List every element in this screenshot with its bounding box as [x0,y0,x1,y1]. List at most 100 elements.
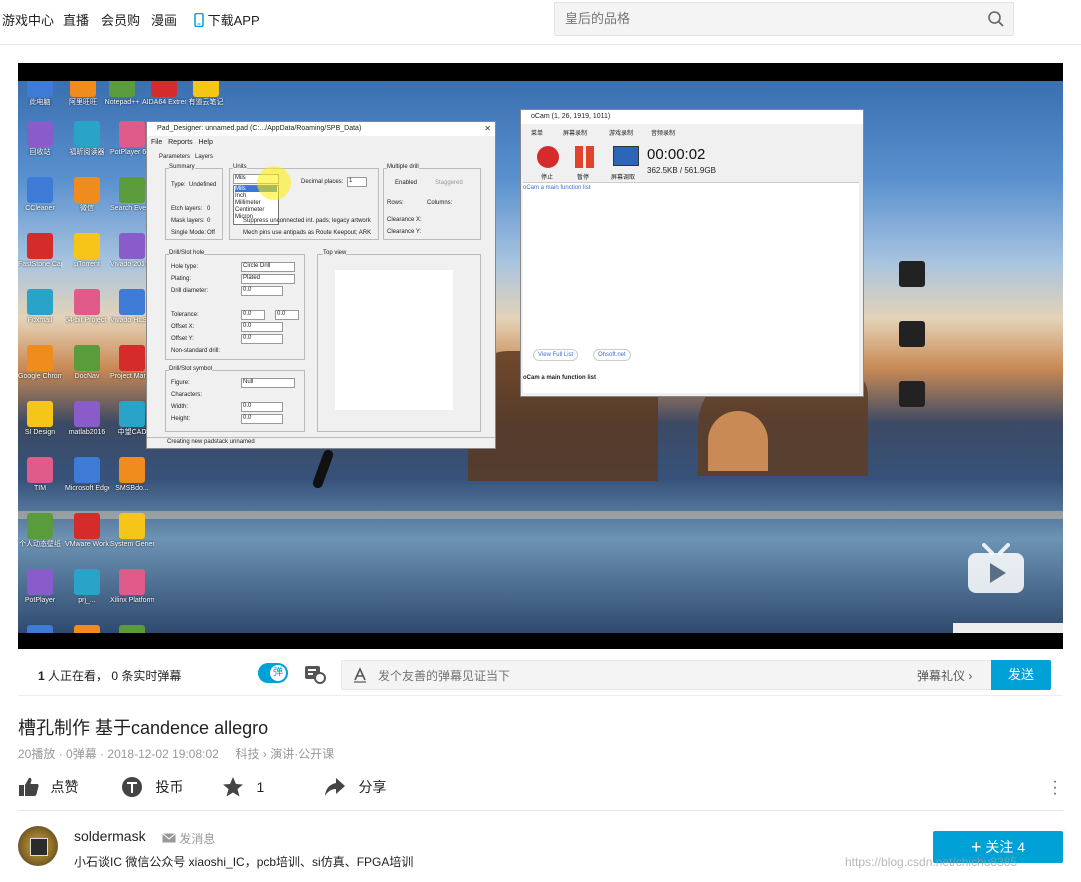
app-icon [119,457,145,483]
ocam-window: oCam (1, 26, 1919, 1011) 菜单 屏幕录制 游戏录制 音频… [520,109,864,397]
desktop-icon-label: matlab2016 [68,429,106,436]
app-icon [27,625,53,633]
like-button[interactable]: 点赞 [18,776,78,802]
danmu-settings-icon[interactable] [304,664,326,684]
desktop-file-icon [890,381,934,435]
ocam-timer: 00:00:02 [647,146,706,163]
phone-icon [194,12,204,28]
pad-tab-layers: Layers [195,154,214,160]
app-icon [151,81,177,97]
mask-layers-value: 0 [207,218,211,224]
pad-menu-reports: Reports [168,139,193,146]
pad-tab-parameters: Parameters [159,154,191,160]
desktop-icon-label: Microsoft Edge [65,485,109,492]
hole-type-label: Hole type: [171,264,199,270]
uploader-name[interactable]: soldermask [74,828,146,844]
ocam-bottom-text: oCam a main function list [523,375,597,381]
desktop-icon: CCleaner [18,177,62,231]
desktop-icon-label: µTorrent [74,261,100,268]
status-bar-text: Creating new padstack unnamed [167,439,255,445]
ocam-size: 362.5KB / 561.9GB [647,166,716,175]
coin-icon [122,777,142,797]
figure-value: Null [243,379,254,385]
cursor-highlight [257,166,291,200]
summary-label: Summary [169,164,195,170]
runner-silhouette [311,448,335,490]
app-icon [27,121,53,147]
danmu-input[interactable] [376,661,880,691]
send-danmu-button[interactable]: 发送 [991,660,1051,690]
desktop-icon: ModelSim SE-64 10.4 [18,625,62,633]
nav-download-app[interactable]: 下载APP [194,10,260,29]
danmu-text: 条实时弹幕 [121,669,182,683]
video-frame: 此电脑 阿里旺旺 Notepad++AIDA64 Extreme有道云笔记回收站 福昕… [18,81,1063,633]
columns-label: Columns: [427,200,453,206]
app-icon [109,81,135,97]
viewer-count: 1 [38,669,45,683]
non-standard-drill-label: Non-standard drill: [171,348,221,354]
units-option-cm: Centimeter [235,207,265,213]
danmu-etiquette-link[interactable]: 弹幕礼仪 › [917,667,972,684]
danmu-toggle[interactable]: 弹 [258,663,288,683]
app-icon [27,177,53,203]
figure-label: Figure: [171,380,190,386]
desktop-icon-label: 微信 [80,205,94,212]
desktop-icon: Google Chrome [18,345,62,399]
app-icon [119,569,145,595]
clearance-x-label: Clearance X: [387,217,422,223]
app-icon [74,513,100,539]
desktop-icon: FastStone Capture [18,233,62,287]
ocam-tab-game: 游戏录制 [609,131,634,137]
app-icon [74,233,100,259]
ocam-ohsoft-link: Ohsoft.net [593,349,631,361]
drill-diameter-label: Drill diameter: [171,288,209,294]
danmu-count: 0 [111,669,119,683]
pad-designer-title: Pad_Designer: unnamed.pad (C:.../AppData… [147,122,495,136]
font-style-icon[interactable] [352,667,368,683]
desktop-icon-label: 64-bit Project ... [65,317,109,324]
desktop-icon: Notepad++ [100,81,144,125]
ocam-title: oCam (1, 26, 1919, 1011) [521,110,863,124]
category-link[interactable]: 科技 [236,747,260,761]
desktop-icon-label: prj_... [78,597,96,604]
subcategory-link[interactable]: 演讲·公开课 [270,747,334,761]
plating-label: Plating: [171,276,192,282]
share-button[interactable]: 分享 [324,776,386,802]
nav-live[interactable]: 直播 [63,10,89,29]
danmu-toggle-label: 弹 [270,665,286,681]
danmu-etiquette-label: 弹幕礼仪 [917,669,966,683]
nav-game-center[interactable]: 游戏中心 [2,10,54,29]
desktop-icon-label: PotPlayer [24,597,56,604]
avatar[interactable] [18,826,58,866]
desktop-icon: 阿里旺旺 [61,81,105,125]
app-icon [119,289,145,315]
send-message-link[interactable]: 发消息 [162,830,215,847]
more-options-icon[interactable]: · · · [1052,774,1058,802]
desktop-icon: matlab2016 [65,401,109,455]
desktop-icon-label: SMSBdo... [115,485,149,492]
search-input[interactable] [555,3,975,33]
pad-menu-help: Help [198,139,213,146]
offset-x-label: Offset X: [171,324,195,330]
drill-slot-hole-label: Drill/Slot hole [169,250,205,256]
video-player[interactable]: 此电脑 阿里旺旺 Notepad++AIDA64 Extreme有道云笔记回收站 福昕… [18,63,1063,649]
nav-manga[interactable]: 漫画 [151,10,177,29]
drill-slot-symbol-label: Drill/Slot symbol [169,366,213,372]
search-icon[interactable] [987,10,1005,28]
coin-button[interactable]: 投币 [121,776,183,802]
desktop-icon: System Generato... [110,513,154,567]
desktop-icon: PotPlayer [18,569,62,623]
tv-play-icon[interactable] [966,541,1026,595]
enabled-label: Enabled [395,180,418,186]
offset-y-label: Offset Y: [171,336,194,342]
tolerance-label: Tolerance: [171,312,199,318]
app-icon [119,177,145,203]
nav-vip-shop[interactable]: 会员购 [101,10,140,29]
favorite-button[interactable]: 1 [222,776,264,802]
desktop-icon: Microsoft Edge [65,457,109,511]
app-icon [119,625,145,633]
desktop-icon-label: FastStone Capture [18,261,62,268]
app-icon [27,233,53,259]
desktop-icon: AIDA64 Extreme [142,81,186,125]
clearance-y-label: Clearance Y: [387,229,422,235]
